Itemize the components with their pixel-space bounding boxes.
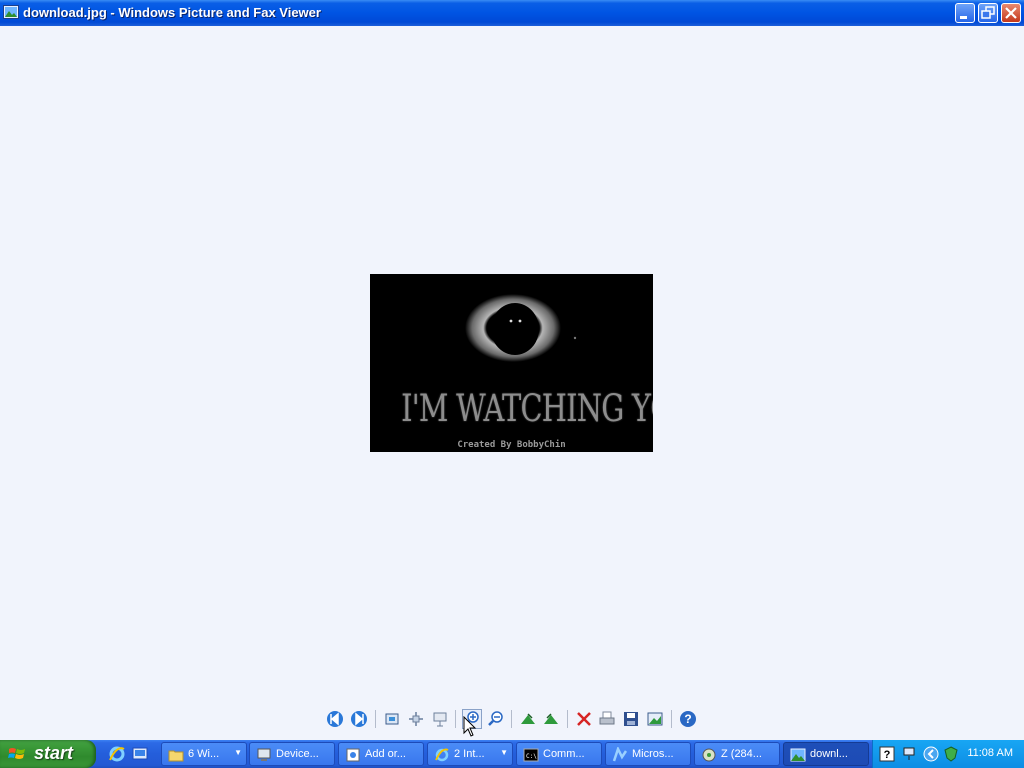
delete-button[interactable] [575,710,593,728]
internet-explorer-icon [435,748,449,762]
start-button[interactable]: start [0,740,96,768]
taskbar-item-internet-explorer[interactable]: 2 Int... ▼ [427,742,513,766]
mouse-cursor-icon [463,716,477,737]
actual-size-button[interactable] [407,710,425,728]
help-button[interactable]: ? [679,710,697,728]
task-label: Add or... [365,748,406,760]
group-arrow-icon: ▼ [234,748,242,757]
group-arrow-icon: ▼ [500,748,508,757]
best-fit-button[interactable] [383,710,401,728]
open-for-editing-button[interactable] [646,710,664,728]
start-label: start [34,743,74,763]
next-image-button[interactable] [350,710,368,728]
minimize-icon [960,16,967,19]
taskbar: start 6 Wi... ▼ Device... Add or... 2 In… [0,740,1024,768]
svg-text:?: ? [684,712,691,726]
image-credit: Created By BobbyChin [457,440,566,450]
help-icon: ? [680,711,696,727]
image-viewer-area[interactable]: I'M WATCHING YOU Created By BobbyChin [0,26,1024,740]
restore-icon [981,6,995,19]
toolbar-separator [511,710,512,728]
network-icon[interactable] [901,746,917,762]
task-label: 2 Int... [454,748,485,760]
show-desktop-icon[interactable] [131,745,149,763]
previous-icon [327,711,343,727]
delete-icon [577,712,591,726]
rotate-clockwise-icon [521,713,535,724]
picture-viewer-icon [3,5,19,19]
task-label: Device... [276,748,319,760]
displayed-image: I'M WATCHING YOU Created By BobbyChin [370,274,653,452]
task-label: 6 Wi... [188,748,220,760]
show-hidden-icons-icon[interactable] [923,746,939,762]
device-manager-icon [257,748,271,761]
close-icon [1005,7,1017,19]
save-button[interactable] [622,710,640,728]
windows-logo-icon [8,748,25,759]
picture-viewer-icon [790,748,806,762]
edit-icon [647,712,663,726]
help-support-icon[interactable]: ? [879,746,895,762]
toolbar-separator [455,710,456,728]
taskbar-item-microsoft[interactable]: Micros... [605,742,691,766]
system-clock[interactable]: 11:08 AM [967,747,1013,759]
task-label: Micros... [632,748,674,760]
close-button[interactable] [1001,3,1021,23]
toolbar-separator [567,710,568,728]
save-icon [624,712,638,726]
task-label: Z (284... [721,748,762,760]
zoom-out-icon [488,711,503,726]
image-caption: I'M WATCHING YOU [401,387,653,430]
rotate-counterclockwise-icon [544,713,558,724]
system-tray: ? 11:08 AM [872,740,1024,768]
zoom-out-button[interactable] [487,710,505,728]
title-bar[interactable]: download.jpg - Windows Picture and Fax V… [0,0,1024,26]
svg-text:?: ? [884,749,891,761]
toolbar-separator [375,710,376,728]
microsoft-icon [612,747,628,762]
taskbar-item-download-jpg[interactable]: downl... [783,742,869,766]
restore-button[interactable] [978,3,998,23]
slide-show-button[interactable] [431,710,449,728]
rotate-counterclockwise-button[interactable] [542,710,560,728]
drive-icon [702,748,716,762]
internet-explorer-icon[interactable] [108,745,126,763]
taskbar-item-drive-z[interactable]: Z (284... [694,742,780,766]
rotate-clockwise-button[interactable] [519,710,537,728]
print-icon [599,711,615,725]
command-prompt-icon: C:\ [523,748,539,762]
toolbar-separator [671,710,672,728]
print-button[interactable] [598,710,616,728]
add-remove-icon [346,748,360,762]
folder-icon [168,750,184,762]
task-label: Comm... [543,748,585,760]
security-shield-icon[interactable] [943,746,959,762]
taskbar-item-device-manager[interactable]: Device... [249,742,335,766]
taskbar-item-command-prompt[interactable]: C:\ Comm... [516,742,602,766]
svg-text:C:\: C:\ [526,753,537,760]
previous-image-button[interactable] [326,710,344,728]
next-icon [351,711,367,727]
task-label: downl... [810,748,848,760]
slide-show-icon [433,712,447,727]
best-fit-icon [385,713,399,725]
actual-size-icon [409,712,423,726]
minimize-button[interactable] [955,3,975,23]
taskbar-item-add-remove-programs[interactable]: Add or... [338,742,424,766]
taskbar-item-windows-explorer[interactable]: 6 Wi... ▼ [161,742,247,766]
window-title: download.jpg - Windows Picture and Fax V… [23,5,321,20]
